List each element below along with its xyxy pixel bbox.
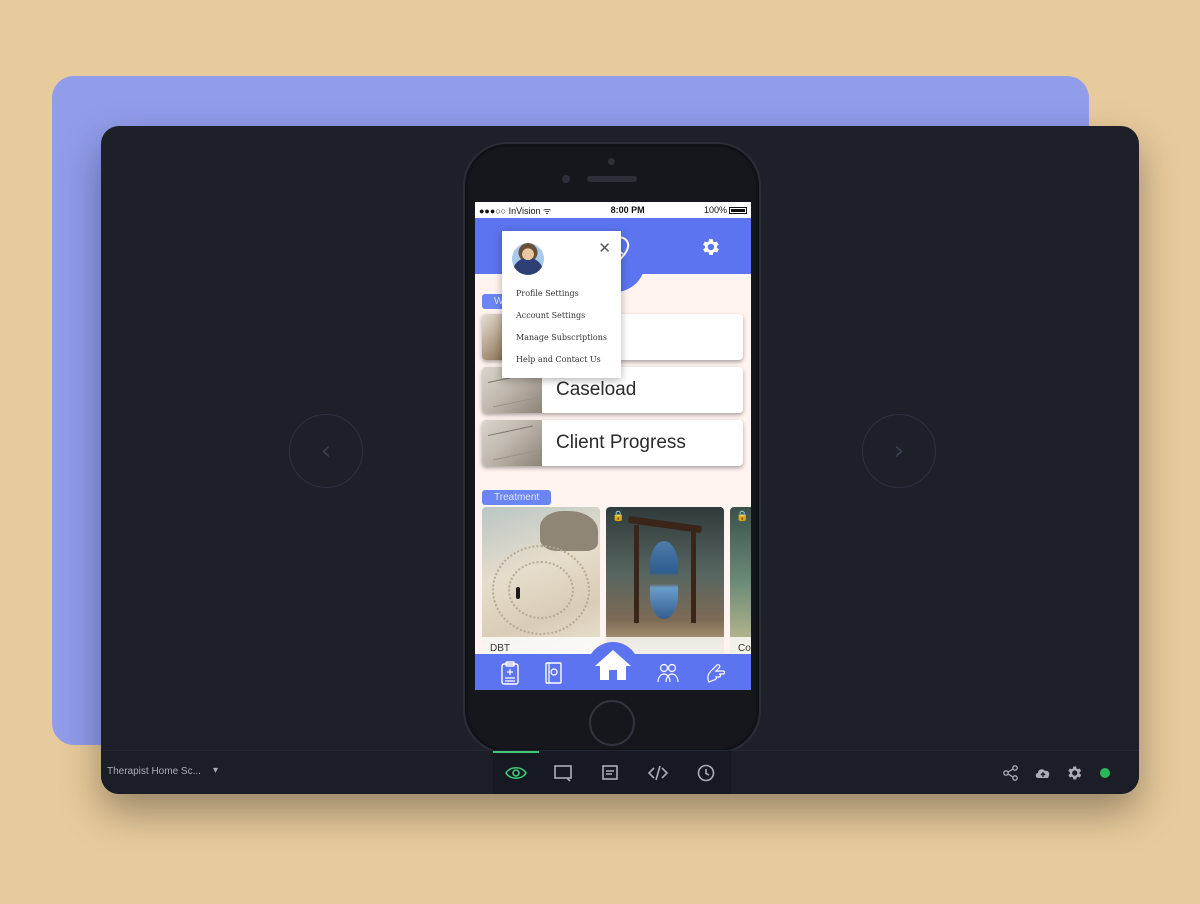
menu-item-profile-settings[interactable]: Profile Settings xyxy=(516,289,579,298)
carrier-label: ●●●○○ InVision ᯤ xyxy=(479,205,552,216)
client-progress-thumbnail xyxy=(482,420,542,466)
home-icon[interactable] xyxy=(593,646,633,682)
previous-screen-button[interactable]: ‹ xyxy=(289,414,363,488)
hand-icon[interactable] xyxy=(703,660,729,686)
phone-speaker xyxy=(587,176,637,182)
clipboard-icon[interactable] xyxy=(497,660,523,686)
treatment-card-dbt[interactable]: DBT xyxy=(482,507,600,657)
phone-camera xyxy=(608,158,615,165)
active-mode-indicator xyxy=(493,751,539,753)
profile-dropdown: ✕ Profile Settings Account Settings Mana… xyxy=(502,231,621,378)
book-icon[interactable] xyxy=(541,660,567,686)
avatar[interactable] xyxy=(512,243,544,275)
section-tag-treatment: Treatment xyxy=(482,490,552,505)
client-progress-label: Client Progress xyxy=(556,432,686,453)
group-icon[interactable] xyxy=(655,660,681,686)
treatment-card-third[interactable]: 🔒 Co xyxy=(730,507,751,657)
menu-item-help-contact[interactable]: Help and Contact Us xyxy=(516,355,601,364)
preview-icon[interactable] xyxy=(504,761,528,785)
phone-home-button xyxy=(589,700,635,746)
gear-icon[interactable] xyxy=(699,236,721,258)
menu-item-account-settings[interactable]: Account Settings xyxy=(516,311,585,320)
history-icon[interactable] xyxy=(694,761,718,785)
lock-icon: 🔒 xyxy=(612,511,625,522)
share-icon[interactable] xyxy=(1002,764,1020,782)
comment-icon[interactable] xyxy=(551,761,575,785)
treatment-card-hourglass[interactable]: 🔒 xyxy=(606,507,724,657)
phone-screen: ●●●○○ InVision ᯤ 8:00 PM 100% W tme xyxy=(475,202,751,690)
online-status-indicator xyxy=(1100,768,1110,778)
battery-label: 100% xyxy=(703,205,727,215)
battery-status: 100% xyxy=(704,205,747,215)
lock-icon: 🔒 xyxy=(736,511,749,522)
code-icon[interactable] xyxy=(646,761,670,785)
note-icon[interactable] xyxy=(598,761,622,785)
phone-front-camera xyxy=(562,175,570,183)
cloud-sync-icon[interactable] xyxy=(1034,764,1052,782)
chevron-down-icon[interactable]: ▾ xyxy=(213,765,218,776)
caseload-label: Caseload xyxy=(556,379,637,400)
prototype-viewer: ‹ › ●●●○○ InVision ᯤ 8:00 PM 100% W Case… xyxy=(101,126,1139,794)
battery-icon xyxy=(729,207,747,215)
client-progress-card[interactable]: Client Progress xyxy=(482,420,743,466)
bottom-toolbar: Therapist Home Sc... ▾ xyxy=(101,750,1139,794)
status-bar: ●●●○○ InVision ᯤ 8:00 PM 100% xyxy=(475,202,751,218)
close-icon[interactable]: ✕ xyxy=(598,239,611,257)
gear-icon[interactable] xyxy=(1065,764,1083,782)
menu-item-manage-subscriptions[interactable]: Manage Subscriptions xyxy=(516,333,607,342)
status-time: 8:00 PM xyxy=(610,205,645,215)
next-screen-button[interactable]: › xyxy=(862,414,936,488)
phone-frame: ●●●○○ InVision ᯤ 8:00 PM 100% W tme xyxy=(463,142,761,754)
screen-name-selector[interactable]: Therapist Home Sc... xyxy=(107,766,201,777)
